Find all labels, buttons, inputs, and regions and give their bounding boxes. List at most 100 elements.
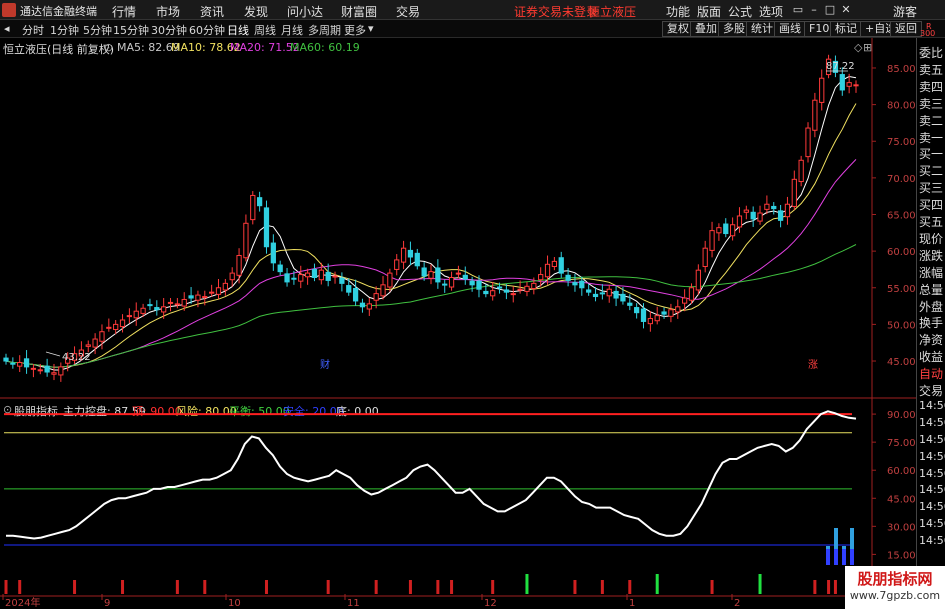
candle-body[interactable]	[44, 365, 50, 373]
candle-body[interactable]	[366, 303, 372, 310]
chart-zoom-icon[interactable]: ◇	[854, 41, 863, 54]
candle-body[interactable]	[291, 277, 297, 280]
right-panel-item[interactable]: 14:56	[919, 500, 945, 513]
chart-expand-icon[interactable]: ⊞	[863, 41, 872, 54]
candle-body[interactable]	[757, 212, 763, 222]
menu-news[interactable]: 资讯	[200, 3, 224, 20]
candle-body[interactable]	[407, 249, 414, 258]
candle-body[interactable]	[736, 215, 743, 228]
candle-body[interactable]	[428, 271, 434, 279]
candle-body[interactable]	[771, 205, 777, 210]
candle-body[interactable]	[106, 326, 112, 329]
right-panel-item[interactable]: 卖三	[919, 95, 945, 112]
candle-body[interactable]	[243, 222, 249, 259]
candle-body[interactable]	[99, 331, 105, 342]
menu-discover[interactable]: 发现	[244, 3, 268, 20]
candle-body[interactable]	[764, 203, 770, 210]
candle-body[interactable]	[277, 264, 283, 273]
candle-body[interactable]	[661, 311, 667, 315]
event-caiwu-badge[interactable]: 财	[320, 358, 330, 371]
candle-body[interactable]	[743, 209, 749, 213]
candle-body[interactable]	[483, 290, 489, 295]
candle-body[interactable]	[538, 274, 544, 281]
right-panel-item[interactable]: 卖二	[919, 112, 945, 129]
back-button[interactable]: 返回	[890, 21, 922, 37]
candle-body[interactable]	[640, 308, 647, 322]
candle-body[interactable]	[126, 315, 133, 318]
candle-body[interactable]	[400, 247, 407, 263]
candle-body[interactable]	[634, 307, 640, 314]
candle-body[interactable]	[620, 293, 626, 302]
candle-body[interactable]	[592, 293, 599, 298]
tab-15min[interactable]: 15分钟	[113, 22, 149, 38]
candle-body[interactable]	[496, 286, 503, 289]
right-panel-item[interactable]: 14:56	[919, 399, 945, 412]
candle-body[interactable]	[565, 274, 571, 281]
candle-body[interactable]	[853, 84, 859, 87]
candle-body[interactable]	[723, 223, 729, 235]
candle-body[interactable]	[37, 369, 43, 372]
tab-daily[interactable]: 日线	[227, 22, 249, 38]
right-panel-item[interactable]: 总量	[919, 281, 945, 298]
candle-body[interactable]	[798, 159, 804, 183]
candle-body[interactable]	[229, 272, 235, 281]
right-panel-item[interactable]: 委比	[919, 44, 945, 61]
right-panel-item[interactable]: 买一	[919, 145, 945, 162]
candle-body[interactable]	[257, 197, 263, 207]
candle-body[interactable]	[202, 296, 208, 299]
candle-body[interactable]	[236, 255, 242, 276]
tab-multi-period[interactable]: 多周期	[308, 22, 341, 38]
candle-body[interactable]	[373, 293, 379, 301]
tab-more[interactable]: 更多	[344, 22, 366, 38]
candle-body[interactable]	[339, 277, 345, 284]
tab-intraday[interactable]: 分时	[22, 22, 44, 38]
tab-1min[interactable]: 1分钟	[50, 22, 79, 38]
candle-body[interactable]	[147, 304, 153, 307]
maximize-icon[interactable]: □	[822, 2, 838, 18]
right-panel-item[interactable]: 14:56	[919, 416, 945, 429]
right-panel-item[interactable]: 14:56	[919, 467, 945, 480]
candle-body[interactable]	[448, 277, 455, 288]
candle-body[interactable]	[688, 287, 695, 301]
candle-body[interactable]	[503, 289, 510, 293]
right-panel-item[interactable]: 买二	[919, 162, 945, 179]
candle-body[interactable]	[442, 283, 448, 286]
candle-body[interactable]	[716, 227, 722, 234]
candle-body[interactable]	[92, 338, 98, 348]
right-panel-item[interactable]: 14:56	[919, 483, 945, 496]
candle-body[interactable]	[311, 268, 318, 279]
candle-body[interactable]	[58, 366, 64, 376]
candle-body[interactable]	[558, 257, 564, 274]
candle-body[interactable]	[250, 194, 256, 221]
tab-weekly[interactable]: 周线	[254, 22, 276, 38]
candle-body[interactable]	[352, 287, 359, 302]
candle-body[interactable]	[544, 263, 551, 278]
tab-5min[interactable]: 5分钟	[83, 22, 112, 38]
draw-line-button[interactable]: 画线	[774, 21, 806, 37]
candle-body[interactable]	[846, 82, 852, 87]
candle-body[interactable]	[784, 203, 791, 218]
right-panel-item[interactable]: 换手	[919, 314, 945, 331]
right-panel-item[interactable]: 14:56	[919, 517, 945, 530]
candle-body[interactable]	[270, 242, 276, 264]
candle-body[interactable]	[17, 361, 23, 367]
tab-monthly[interactable]: 月线	[281, 22, 303, 38]
candle-body[interactable]	[524, 285, 530, 292]
candle-body[interactable]	[791, 178, 797, 207]
candle-body[interactable]	[209, 291, 215, 294]
candle-body[interactable]	[805, 127, 811, 158]
candle-body[interactable]	[414, 252, 420, 267]
candle-body[interactable]	[85, 344, 91, 347]
candle-body[interactable]	[777, 210, 784, 221]
candle-body[interactable]	[195, 294, 201, 301]
menu-trade[interactable]: 交易	[396, 3, 420, 20]
candle-body[interactable]	[167, 301, 174, 304]
skin-icon[interactable]: ▭	[790, 2, 806, 18]
candle-body[interactable]	[30, 367, 37, 370]
candle-body[interactable]	[476, 280, 482, 290]
candle-body[interactable]	[819, 77, 825, 103]
candle-body[interactable]	[729, 224, 736, 237]
candle-body[interactable]	[682, 297, 688, 304]
candle-body[interactable]	[318, 269, 324, 281]
right-panel-item[interactable]: 14:56	[919, 433, 945, 446]
